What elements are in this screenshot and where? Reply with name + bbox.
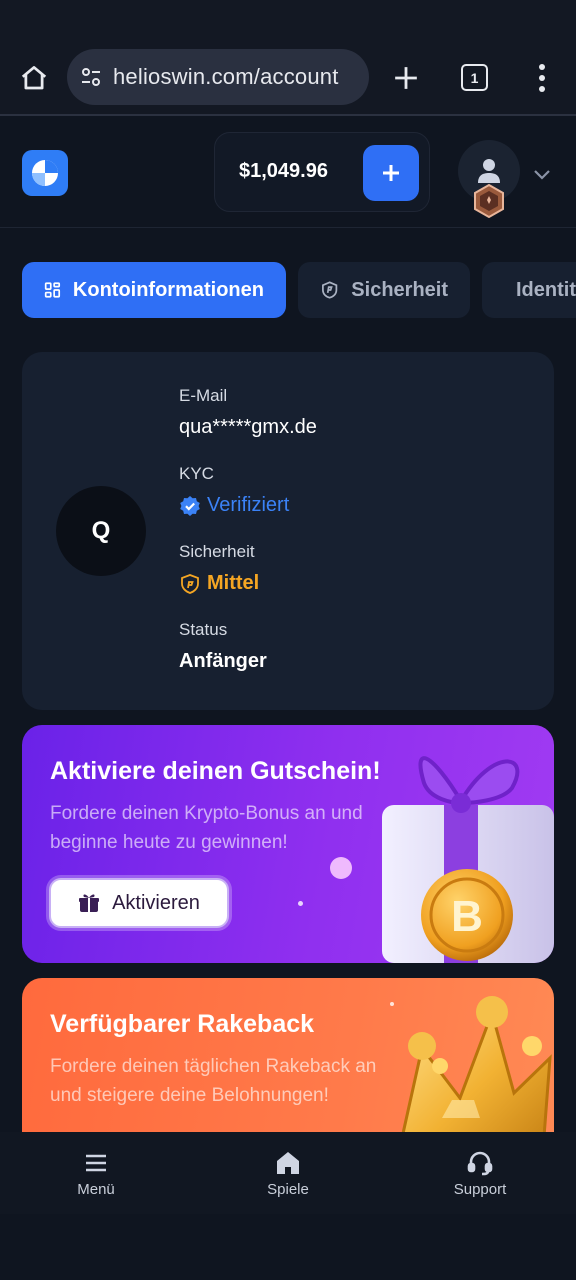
url-text[interactable]: helioswin.com/account (113, 64, 339, 90)
email-label: E-Mail (179, 386, 228, 405)
tab-label: Sicherheit (351, 278, 448, 301)
site-settings-icon[interactable] (79, 65, 103, 89)
dot-icon (539, 86, 545, 92)
nav-support[interactable]: Support (384, 1132, 576, 1214)
plus-icon (383, 165, 399, 181)
nav-games[interactable]: Spiele (192, 1132, 384, 1214)
menu-icon (86, 1154, 106, 1171)
grid-icon (44, 282, 61, 298)
tab-label: Kontoinformationen (72, 278, 264, 301)
plus-icon (395, 67, 417, 89)
nav-menu[interactable]: Menü (0, 1132, 192, 1214)
sparkle-decoration (298, 901, 303, 906)
bottom-navigation: Menü Spiele Support (0, 1132, 576, 1214)
browser-toolbar: helioswin.com/account 1 (0, 40, 576, 116)
voucher-promo-card: Aktiviere deinen Gutschein! Fordere dein… (22, 725, 554, 963)
logo-icon (32, 160, 58, 186)
security-shield-icon (181, 573, 199, 594)
site-logo[interactable] (22, 150, 68, 196)
site-header: $1,049.96 (0, 118, 576, 228)
kyc-field: KYC Verifiziert (179, 464, 289, 517)
dot-icon (539, 64, 545, 70)
promo-text: Fordere deinen Krypto-Bonus an und begin… (50, 803, 363, 853)
status-field: Status Anfänger (179, 620, 267, 673)
tab-identity[interactable]: Identität (482, 262, 576, 318)
promo-title: Verfügbarer Rakeback (50, 1010, 315, 1038)
shield-icon (322, 281, 338, 299)
security-label: Sicherheit (179, 542, 255, 561)
address-bar[interactable]: helioswin.com/account (67, 49, 369, 105)
nav-label: Menü (77, 1180, 115, 1198)
verified-badge-icon (180, 495, 200, 516)
browser-menu-button[interactable] (528, 58, 556, 98)
promo-title: Aktiviere deinen Gutschein! (50, 757, 381, 785)
home-icon (21, 66, 47, 90)
gift-box-image: B (382, 756, 554, 963)
tab-account-info[interactable]: Kontoinformationen (22, 262, 286, 318)
dot-icon (539, 75, 545, 81)
balance-amount: $1,049.96 (239, 160, 328, 182)
deposit-button[interactable] (363, 145, 419, 201)
chevron-down-icon[interactable] (530, 162, 554, 186)
kyc-value: Verifiziert (207, 494, 290, 516)
tab-switcher-button[interactable]: 1 (461, 64, 488, 91)
system-navigation-bar (0, 1214, 576, 1280)
nav-label: Support (453, 1180, 507, 1198)
home-icon (277, 1151, 299, 1174)
status-value: Anfänger (179, 650, 267, 672)
sparkle-decoration (330, 857, 352, 879)
svg-text:B: B (451, 892, 483, 941)
security-status: Mittel (179, 572, 259, 595)
tab-security[interactable]: Sicherheit (298, 262, 470, 318)
security-field: Sicherheit Mittel (179, 542, 259, 595)
gift-icon (79, 894, 100, 912)
account-info-card: Q E-Mail qua*****gmx.de KYC Verifiziert … (22, 352, 554, 710)
promo-text: Fordere deinen täglichen Rakeback an und… (50, 1056, 377, 1106)
nav-label: Spiele (267, 1180, 309, 1198)
headset-icon (467, 1151, 493, 1175)
tab-label: Identität (516, 278, 576, 301)
status-bar (0, 0, 576, 40)
new-tab-button[interactable] (388, 58, 424, 98)
account-tabs: Kontoinformationen Sicherheit Identität (22, 262, 576, 318)
security-value: Mittel (207, 572, 260, 594)
kyc-status: Verifiziert (179, 494, 289, 517)
activate-button-label: Aktivieren (112, 891, 200, 914)
status-label: Status (179, 620, 228, 639)
user-initial-avatar: Q (56, 486, 146, 576)
activate-voucher-button[interactable]: Aktivieren (49, 878, 229, 928)
email-value: qua*****gmx.de (179, 416, 317, 438)
wallet-box: $1,049.96 (214, 132, 430, 212)
browser-home-button[interactable] (14, 58, 54, 98)
user-icon (478, 159, 500, 183)
email-field: E-Mail qua*****gmx.de (179, 386, 317, 439)
kyc-label: KYC (179, 464, 214, 483)
rank-badge-icon (474, 184, 504, 218)
